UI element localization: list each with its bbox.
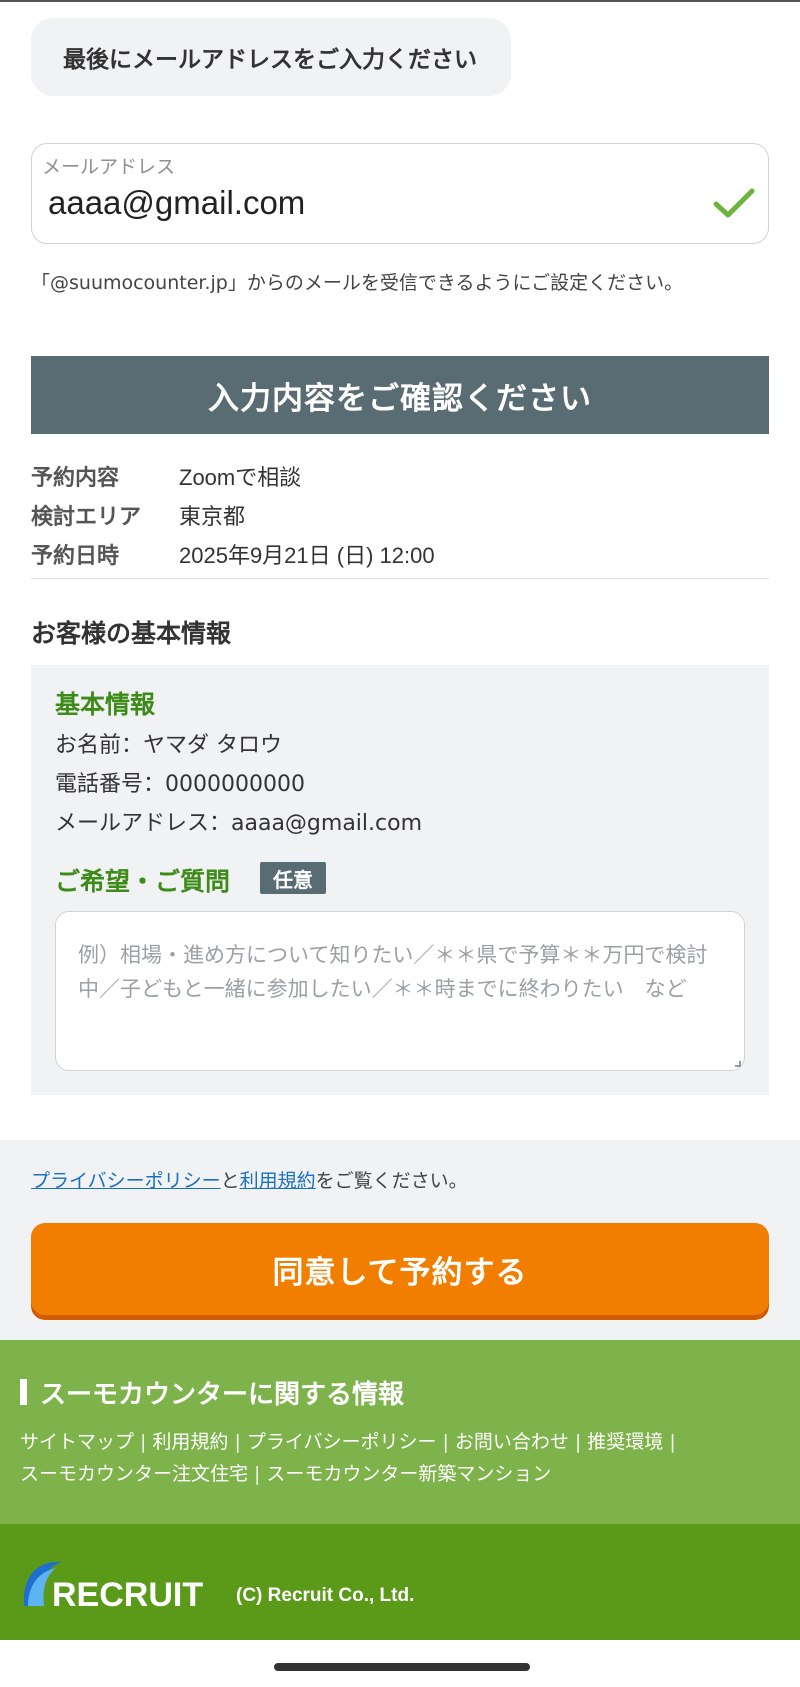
footer-links-row-1: サイトマップ | 利用規約 | プライバシーポリシー | お問い合わせ | 推奨環境 | — [20, 1431, 676, 1453]
summary-value: 東京都 — [179, 503, 246, 529]
policy-notice: プライバシーポリシーと利用規約をご覧ください。 — [31, 1166, 468, 1193]
footer-link-contact[interactable]: お問い合わせ — [455, 1431, 569, 1453]
footer-link-new-condo[interactable]: スーモカウンター新築マンション — [266, 1463, 551, 1485]
footer-links-row-2: スーモカウンター注文住宅 | スーモカウンター新築マンション — [20, 1463, 552, 1485]
reservation-summary: 予約内容 Zoomで相談 検討エリア 東京都 予約日時 2025年9月21日 (… — [31, 456, 769, 573]
footer-link-terms[interactable]: 利用規約 — [152, 1431, 228, 1453]
confirm-header: 入力内容をご確認ください — [31, 356, 769, 434]
footer-link-custom-home[interactable]: スーモカウンター注文住宅 — [20, 1463, 248, 1485]
footer-link-sitemap[interactable]: サイトマップ — [20, 1431, 134, 1453]
email-field-label: メールアドレス — [42, 156, 176, 178]
wish-textarea[interactable]: 例）相場・進め方について知りたい／＊＊県で予算＊＊万円で検討中／子どもと一緒に参… — [55, 911, 745, 1071]
email-field[interactable]: メールアドレス aaaa@gmail.com — [31, 143, 769, 244]
wish-title: ご希望・ご質問 — [55, 867, 231, 896]
email-prompt-bubble: 最後にメールアドレスをご入力ください — [31, 18, 511, 96]
footer-links: サイトマップ | 利用規約 | プライバシーポリシー | お問い合わせ | 推奨環境 | スーモカ… — [20, 1426, 790, 1490]
wish-placeholder: 例）相場・進め方について知りたい／＊＊県で予算＊＊万円で検討中／子どもと一緒に参… — [78, 943, 708, 1001]
customer-section-title: お客様の基本情報 — [31, 619, 232, 648]
summary-key: 予約内容 — [31, 465, 120, 491]
confirm-header-text: 入力内容をご確認ください — [208, 380, 592, 417]
recruit-logo-icon[interactable]: RECRUIT — [18, 1556, 223, 1612]
summary-row-area: 検討エリア 東京都 — [31, 495, 769, 534]
policy-suffix-text: をご覧ください。 — [315, 1170, 468, 1192]
customer-phone: 電話番号：0000000000 — [55, 772, 305, 797]
customer-info-panel: 基本情報 お名前：ヤマダ タロウ 電話番号：0000000000 メールアドレス… — [31, 665, 769, 1095]
top-divider — [0, 0, 800, 2]
summary-key: 予約日時 — [31, 543, 120, 569]
customer-name: お名前：ヤマダ タロウ — [55, 733, 282, 758]
summary-row-datetime: 予約日時 2025年9月21日 (日) 12:00 — [31, 534, 769, 573]
summary-value: Zoomで相談 — [179, 464, 302, 490]
basic-info-heading: 基本情報 — [55, 690, 156, 719]
optional-badge-text: 任意 — [273, 867, 313, 892]
summary-value: 2025年9月21日 (日) 12:00 — [179, 542, 435, 568]
svg-text:RECRUIT: RECRUIT — [52, 1576, 203, 1612]
agree-button-label: 同意して予約する — [272, 1254, 528, 1291]
optional-badge: 任意 — [260, 862, 326, 894]
footer-link-environment[interactable]: 推奨環境 — [587, 1431, 663, 1453]
footer-link-privacy[interactable]: プライバシーポリシー — [247, 1431, 437, 1453]
email-prompt-text: 最後にメールアドレスをご入力ください — [63, 47, 477, 73]
agree-and-reserve-button[interactable]: 同意して予約する — [31, 1223, 769, 1315]
terms-link[interactable]: 利用規約 — [240, 1170, 316, 1192]
resize-grip-icon[interactable] — [735, 1061, 741, 1067]
footer-title-bar — [20, 1379, 27, 1405]
home-indicator[interactable] — [274, 1663, 530, 1671]
email-note: 「@suumocounter.jp」からのメールを受信できるようにご設定ください… — [31, 272, 684, 294]
agreement-area: プライバシーポリシーと利用規約をご覧ください。 同意して予約する — [0, 1140, 800, 1340]
summary-divider — [31, 578, 769, 579]
footer-brand: RECRUIT (C) Recruit Co., Ltd. — [0, 1524, 800, 1640]
summary-row-content: 予約内容 Zoomで相談 — [31, 456, 769, 495]
footer-info: スーモカウンターに関する情報 サイトマップ | 利用規約 | プライバシーポリシー | お問… — [0, 1340, 800, 1524]
footer-title: スーモカウンターに関する情報 — [40, 1380, 405, 1410]
summary-key: 検討エリア — [31, 504, 142, 530]
email-field-value[interactable]: aaaa@gmail.com — [48, 184, 305, 222]
privacy-policy-link[interactable]: プライバシーポリシー — [31, 1170, 221, 1192]
policy-and-text: と — [220, 1170, 240, 1192]
check-icon — [713, 188, 755, 218]
customer-email: メールアドレス：aaaa@gmail.com — [55, 811, 423, 836]
copyright: (C) Recruit Co., Ltd. — [236, 1585, 415, 1606]
